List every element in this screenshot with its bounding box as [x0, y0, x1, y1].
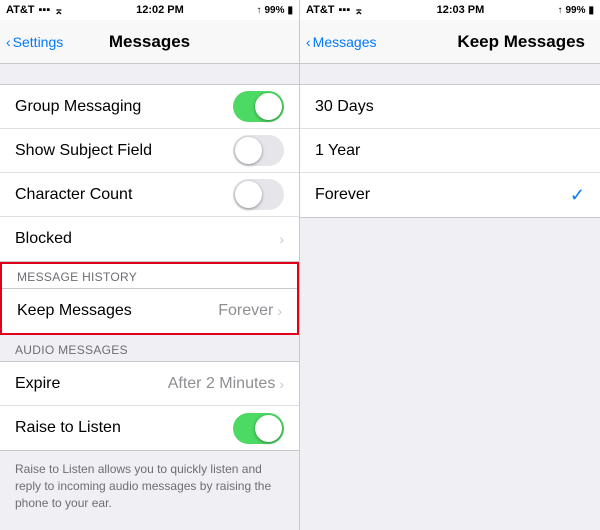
keep-messages-right: Forever ›	[218, 302, 282, 320]
show-subject-row[interactable]: Show Subject Field	[0, 129, 299, 173]
left-time: 12:02 PM	[136, 4, 184, 16]
right-back-button[interactable]: ‹ Messages	[306, 34, 376, 50]
keep-messages-chevron-icon: ›	[277, 303, 282, 319]
raise-listen-label: Raise to Listen	[15, 419, 121, 437]
left-carrier: AT&T	[6, 4, 35, 16]
bottom-note: Raise to Listen allows you to quickly li…	[0, 451, 299, 521]
keep-messages-label: Keep Messages	[17, 302, 132, 320]
left-battery-icon: ▮	[287, 5, 293, 16]
top-settings-group: Group Messaging Show Subject Field Chara…	[0, 84, 299, 262]
right-battery-info: ↑ 99% ▮	[557, 5, 594, 16]
message-history-header: MESSAGE HISTORY	[2, 264, 297, 288]
left-status-bar: AT&T ▪▪▪ ⌅ 12:02 PM ↑ 99% ▮	[0, 0, 299, 20]
character-count-toggle[interactable]	[233, 179, 284, 210]
keep-messages-row[interactable]: Keep Messages Forever ›	[2, 289, 297, 333]
option-30-days-row[interactable]: 30 Days	[300, 85, 600, 129]
show-subject-toggle[interactable]	[233, 135, 284, 166]
left-panel: AT&T ▪▪▪ ⌅ 12:02 PM ↑ 99% ▮ ‹ Settings M…	[0, 0, 300, 530]
left-battery-info: ↑ 99% ▮	[256, 5, 293, 16]
blocked-row[interactable]: Blocked ›	[0, 217, 299, 261]
keep-messages-options: 30 Days 1 Year Forever ✓	[300, 84, 600, 530]
option-1-year-row[interactable]: 1 Year	[300, 129, 600, 173]
option-1-year-label: 1 Year	[315, 142, 360, 160]
left-carrier-info: AT&T ▪▪▪ ⌅	[6, 4, 63, 17]
right-nav-title: Keep Messages	[457, 32, 585, 52]
right-battery-pct: 99%	[565, 5, 585, 16]
character-count-label: Character Count	[15, 186, 132, 204]
option-30-days-label: 30 Days	[315, 98, 374, 116]
group-messaging-label: Group Messaging	[15, 98, 141, 116]
group-messaging-toggle[interactable]	[233, 91, 284, 122]
forever-checkmark-icon: ✓	[570, 185, 585, 206]
audio-messages-section: AUDIO MESSAGES Expire After 2 Minutes › …	[0, 335, 299, 451]
right-chevron-icon: ‹	[306, 34, 311, 50]
character-count-knob	[235, 181, 262, 208]
raise-listen-row[interactable]: Raise to Listen	[0, 406, 299, 450]
expire-right: After 2 Minutes ›	[168, 375, 284, 393]
show-subject-label: Show Subject Field	[15, 142, 152, 160]
message-history-section: MESSAGE HISTORY Keep Messages Forever ›	[0, 262, 299, 335]
left-nav-bar: ‹ Settings Messages	[0, 20, 299, 64]
left-location-icon: ↑	[256, 5, 261, 16]
right-carrier-info: AT&T ▪▪▪ ⌅	[306, 4, 363, 17]
left-back-label: Settings	[13, 34, 64, 50]
raise-listen-toggle[interactable]	[233, 413, 284, 444]
right-battery-icon: ▮	[588, 5, 594, 16]
right-back-label: Messages	[313, 34, 377, 50]
blocked-chevron-icon: ›	[279, 231, 284, 247]
right-location-icon: ↑	[557, 5, 562, 16]
expire-chevron-icon: ›	[279, 376, 284, 392]
raise-listen-control[interactable]	[233, 413, 284, 444]
right-wifi: ⌅	[354, 4, 363, 17]
raise-listen-knob	[255, 415, 282, 442]
expire-label: Expire	[15, 375, 60, 393]
right-panel: AT&T ▪▪▪ ⌅ 12:03 PM ↑ 99% ▮ ‹ Messages K…	[300, 0, 600, 530]
expire-value: After 2 Minutes	[168, 375, 276, 393]
group-messaging-row[interactable]: Group Messaging	[0, 85, 299, 129]
group-messaging-knob	[255, 93, 282, 120]
option-forever-label: Forever	[315, 186, 370, 204]
right-time: 12:03 PM	[437, 4, 485, 16]
character-count-row[interactable]: Character Count	[0, 173, 299, 217]
audio-messages-group: Expire After 2 Minutes › Raise to Listen	[0, 361, 299, 451]
left-back-button[interactable]: ‹ Settings	[6, 34, 63, 50]
right-nav-bar: ‹ Messages Keep Messages	[300, 20, 600, 64]
expire-row[interactable]: Expire After 2 Minutes ›	[0, 362, 299, 406]
left-signal: ▪▪▪	[39, 4, 51, 16]
left-chevron-icon: ‹	[6, 34, 11, 50]
audio-messages-header: AUDIO MESSAGES	[0, 335, 299, 361]
left-wifi: ⌅	[54, 4, 63, 17]
blocked-label: Blocked	[15, 230, 72, 248]
group-messaging-control[interactable]	[233, 91, 284, 122]
blocked-control: ›	[279, 231, 284, 247]
keep-messages-options-group: 30 Days 1 Year Forever ✓	[300, 84, 600, 218]
settings-list: Group Messaging Show Subject Field Chara…	[0, 64, 299, 530]
right-status-bar: AT&T ▪▪▪ ⌅ 12:03 PM ↑ 99% ▮	[300, 0, 600, 20]
left-battery-pct: 99%	[264, 5, 284, 16]
message-history-group: Keep Messages Forever ›	[2, 288, 297, 333]
keep-messages-value: Forever	[218, 302, 273, 320]
option-forever-row[interactable]: Forever ✓	[300, 173, 600, 217]
show-subject-control[interactable]	[233, 135, 284, 166]
left-nav-title: Messages	[109, 32, 190, 52]
show-subject-knob	[235, 137, 262, 164]
character-count-control[interactable]	[233, 179, 284, 210]
right-signal: ▪▪▪	[339, 4, 351, 16]
right-carrier: AT&T	[306, 4, 335, 16]
